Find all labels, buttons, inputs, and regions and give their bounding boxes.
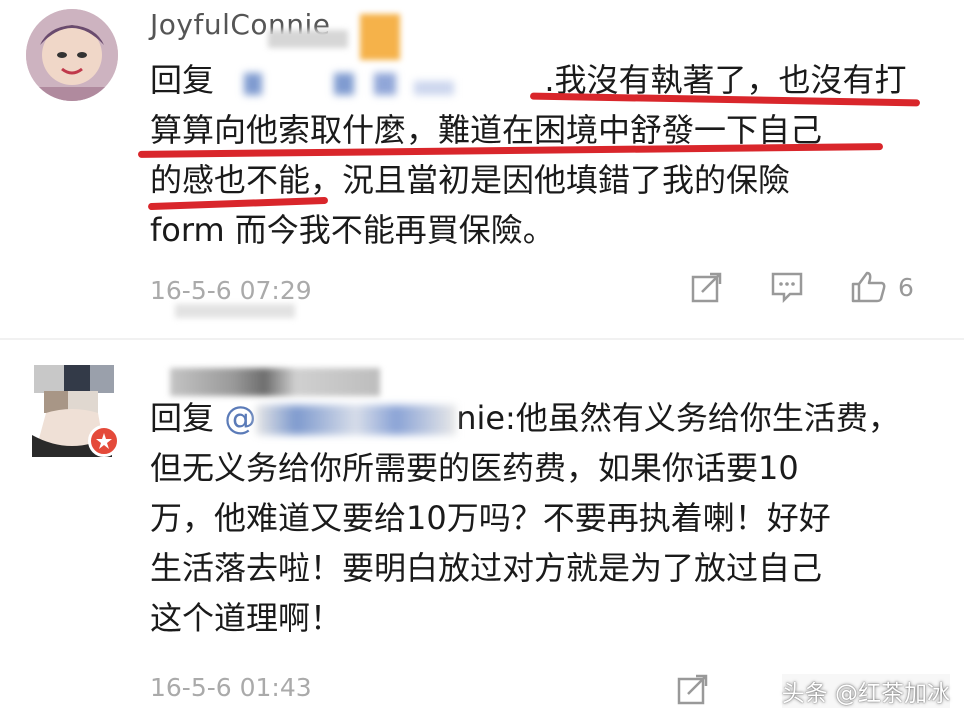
verified-badge-icon [88, 425, 120, 457]
share-button[interactable] [676, 672, 710, 706]
comment-line: 生活落去啦！要明白放过对方就是为了放过自己 [150, 549, 823, 587]
avatar[interactable] [26, 365, 120, 457]
watermark: 头条 @红茶加冰 [782, 674, 950, 708]
mention-link[interactable]: @ [224, 393, 457, 443]
comment-line: nie:他虽然有义务给你生活费， [456, 399, 900, 437]
comment-line: 但无义务给你所需要的医药费，如果你话要10 [150, 449, 799, 487]
redacted-mention [256, 405, 457, 435]
reply-prefix: 回复 [150, 399, 215, 437]
comment-line: 万，他难道又要给10万吗？不要再执着喇！好好 [150, 499, 831, 537]
timestamp: 16-5-6 01:43 [150, 673, 312, 702]
share-icon [677, 674, 708, 705]
comment-line: 这个道理啊！ [150, 599, 343, 637]
comment-item: 回复 @ nie:他虽然有义务给你生活费， 但无义务给你所需要的医药费，如果你话要… [0, 0, 964, 705]
action-bar [676, 672, 710, 706]
comment-text: 回复 @ nie:他虽然有义务给你生活费， 但无义务给你所需要的医药费，如果你话要… [150, 393, 900, 643]
redacted-username [170, 368, 380, 396]
